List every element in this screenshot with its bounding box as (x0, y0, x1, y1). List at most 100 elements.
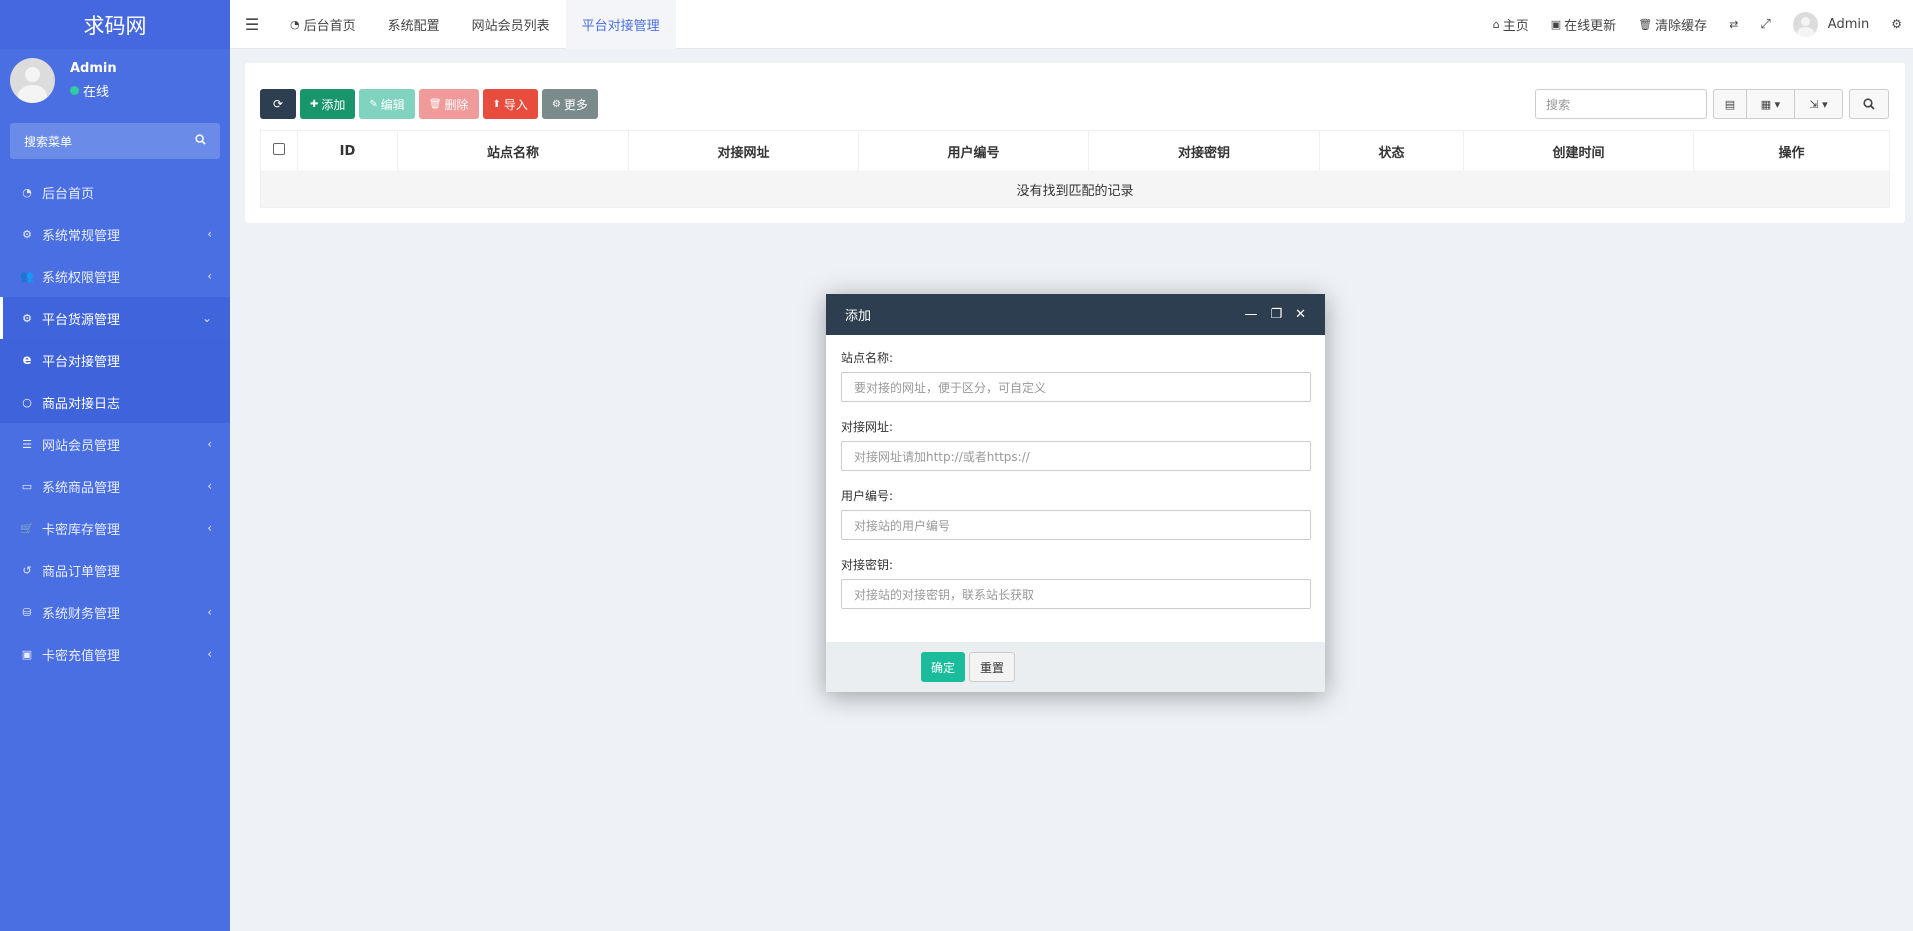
binoculars-icon: ⛁ (22, 605, 32, 619)
topbar-right: ⌂ 主页 ▣ 在线更新 🗑 清除缓存 ⇄ ⤢ Admin ⚙ (1482, 0, 1913, 49)
column-header[interactable]: ID (297, 130, 398, 172)
refresh-button[interactable]: ⟳ (260, 89, 296, 119)
menu-toggle-icon[interactable]: ☰ (230, 15, 274, 34)
clear-cache-link[interactable]: 🗑 清除缓存 (1627, 15, 1718, 34)
language-icon[interactable]: ⇄ (1718, 18, 1749, 31)
dialog-footer: 确定 重置 (826, 642, 1325, 692)
maximize-icon[interactable]: ❐ (1270, 307, 1282, 322)
settings-cogs-icon[interactable]: ⚙ (1880, 17, 1913, 31)
online-update-link[interactable]: ▣ 在线更新 (1540, 15, 1627, 34)
toggle-view-button[interactable]: ▤ (1713, 89, 1747, 119)
data-table: ID 站点名称 对接网址 用户编号 对接密钥 状态 创建时间 操作 没有找到匹配… (260, 130, 1890, 208)
sidebar-item-general[interactable]: ⚙ 系统常规管理 ‹ (0, 213, 230, 255)
avatar (1792, 11, 1818, 37)
export-button[interactable]: ⇲ ▾ (1795, 89, 1843, 119)
add-dialog: 添加 — ❐ ✕ 站点名称: 要对接的网址，便于区分，可自定义 对接网址: 对接… (826, 294, 1325, 692)
columns-icon: ▦ ▾ (1760, 97, 1781, 111)
column-header[interactable]: 创建时间 (1463, 130, 1694, 172)
cogs-icon: ⚙ (22, 227, 32, 241)
sidebar-item-dashboard[interactable]: ◔ 后台首页 (0, 171, 230, 213)
empty-message: 没有找到匹配的记录 (260, 171, 1890, 208)
plus-icon: ✚ (310, 98, 319, 110)
topbar: ☰ ◔ 后台首页 系统配置 网站会员列表 平台对接管理 ⌂ 主页 ▣ 在线更新 … (230, 0, 1913, 49)
reset-button[interactable]: 重置 (969, 652, 1016, 682)
sidebar-item-finance[interactable]: ⛁ 系统财务管理 ‹ (0, 591, 230, 633)
fullscreen-icon[interactable]: ⤢ (1749, 17, 1781, 32)
column-header[interactable]: 对接密钥 (1088, 130, 1320, 172)
chevron-left-icon: ‹ (207, 647, 212, 661)
pencil-icon: ✎ (369, 98, 378, 110)
trash-icon: 🗑 (428, 98, 442, 110)
tab-dashboard[interactable]: ◔ 后台首页 (274, 0, 372, 49)
sidebar-item-label: 平台对接管理 (42, 354, 121, 370)
sidebar-item-label: 平台货源管理 (42, 312, 121, 328)
tab-platform-docking[interactable]: 平台对接管理 (565, 0, 676, 49)
edit-label: 编辑 (380, 97, 405, 112)
search-menu-label: 搜索菜单 (24, 134, 73, 149)
logo[interactable]: 求码网 (0, 0, 230, 49)
chevron-left-icon: ‹ (207, 437, 212, 451)
docking-key-input[interactable]: 对接站的对接密钥，联系站长获取 (841, 579, 1311, 609)
user-id-input[interactable]: 对接站的用户编号 (841, 510, 1311, 540)
dashboard-icon: ◔ (22, 185, 32, 199)
chevron-left-icon: ‹ (207, 269, 212, 283)
chevron-left-icon: ‹ (207, 605, 212, 619)
search-menu-input[interactable]: 搜索菜单 (10, 123, 220, 159)
cart-icon: 🛒 (20, 521, 34, 535)
column-header: 操作 (1693, 130, 1890, 172)
edit-button[interactable]: ✎ 编辑 (359, 89, 415, 119)
add-button[interactable]: ✚ 添加 (300, 89, 356, 119)
docking-key-label: 对接密钥: (841, 558, 894, 572)
sidebar-item-label: 卡密库存管理 (42, 522, 121, 538)
cogs-icon: ⚙ (22, 311, 32, 325)
sidebar-item-recharge[interactable]: ▣ 卡密充值管理 ‹ (0, 633, 230, 675)
table-header-row: ID 站点名称 对接网址 用户编号 对接密钥 状态 创建时间 操作 (260, 130, 1890, 172)
chevron-left-icon: ‹ (207, 227, 212, 241)
history-icon: ↺ (22, 563, 32, 577)
user-menu[interactable]: Admin (1782, 11, 1880, 37)
column-header[interactable]: 站点名称 (397, 130, 629, 172)
import-button[interactable]: ⬆ 导入 (482, 89, 538, 119)
delete-button[interactable]: 🗑 删除 (418, 89, 479, 119)
home-label: 主页 (1502, 18, 1529, 34)
sidebar-item-platform-docking[interactable]: e 平台对接管理 (0, 339, 230, 381)
select-all-checkbox[interactable] (273, 143, 285, 155)
sidebar-item-label: 系统商品管理 (42, 480, 121, 496)
sidebar-item-docking-log[interactable]: ○ 商品对接日志 (0, 381, 230, 423)
add-label: 添加 (321, 97, 346, 112)
column-header[interactable]: 状态 (1319, 130, 1464, 172)
sidebar-item-card-stock[interactable]: 🛒 卡密库存管理 ‹ (0, 507, 230, 549)
trash-icon: 🗑 (1638, 17, 1653, 31)
search-button[interactable] (1849, 89, 1889, 119)
tab-config[interactable]: 系统配置 (372, 0, 456, 49)
site-name-input[interactable]: 要对接的网址，便于区分，可自定义 (841, 372, 1311, 402)
more-button[interactable]: ⚙ 更多 (541, 89, 598, 119)
table-search-input[interactable]: 搜索 (1535, 89, 1707, 119)
docking-url-label: 对接网址: (841, 420, 894, 434)
sidebar-item-supply[interactable]: ⚙ 平台货源管理 ⌄ (0, 297, 230, 339)
dialog-header[interactable]: 添加 — ❐ ✕ (826, 294, 1325, 335)
home-icon: ⌂ (1492, 17, 1500, 31)
confirm-button[interactable]: 确定 (921, 652, 966, 682)
sidebar-item-members[interactable]: ☰ 网站会员管理 ‹ (0, 423, 230, 465)
chevron-left-icon: ‹ (207, 521, 212, 535)
columns-button[interactable]: ▦ ▾ (1747, 89, 1795, 119)
sidebar: 求码网 Admin 在线 搜索菜单 ◔ 后台首页 ⚙ 系统常规管理 ‹ 👥 系统… (0, 0, 230, 931)
upload-icon: ⬆ (492, 98, 501, 110)
delete-label: 删除 (444, 97, 469, 112)
column-header[interactable]: 对接网址 (628, 130, 859, 172)
minimize-icon[interactable]: — (1244, 307, 1257, 322)
close-icon[interactable]: ✕ (1295, 307, 1306, 322)
tab-member-list[interactable]: 网站会员列表 (456, 0, 566, 49)
sidebar-item-orders[interactable]: ↺ 商品订单管理 (0, 549, 230, 591)
import-label: 导入 (503, 97, 528, 112)
home-link[interactable]: ⌂ 主页 (1482, 15, 1540, 34)
column-header[interactable]: 用户编号 (858, 130, 1089, 172)
users-icon: 👥 (20, 269, 34, 283)
sidebar-item-products[interactable]: ▭ 系统商品管理 ‹ (0, 465, 230, 507)
docking-url-input[interactable]: 对接网址请加http://或者https:// (841, 441, 1311, 471)
sidebar-item-label: 卡密充值管理 (42, 648, 121, 664)
search-icon[interactable] (195, 134, 206, 148)
user-id-label: 用户编号: (841, 489, 894, 503)
sidebar-item-auth[interactable]: 👥 系统权限管理 ‹ (0, 255, 230, 297)
